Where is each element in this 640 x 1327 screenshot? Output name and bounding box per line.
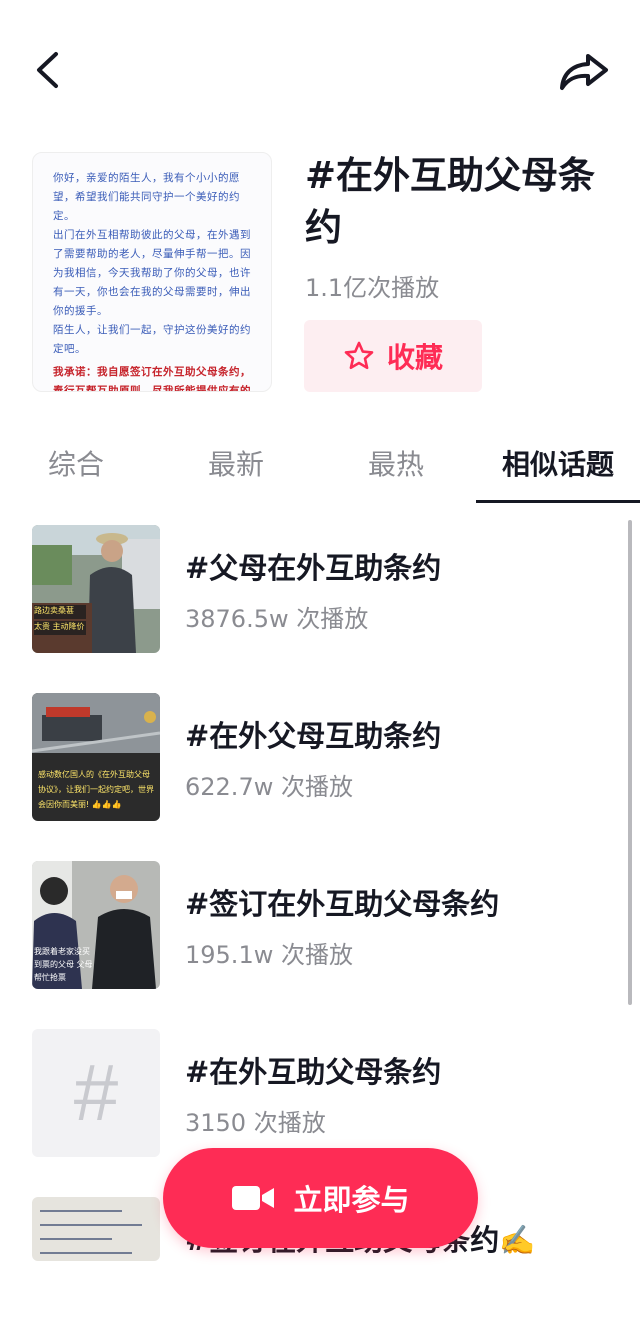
list-item[interactable]: # #在外互助父母条约 3150 次播放 (0, 1029, 640, 1159)
topic-cover-image: 你好，亲爱的陌生人，我有个小小的愿望，希望我们能共同守护一个美好的约定。 出门在… (32, 152, 272, 392)
topic-title: #在外互助父母条约 (305, 154, 596, 249)
cover-paragraph: 陌生人，让我们一起，守护这份美好的约定吧。 (53, 324, 251, 355)
cover-paragraph: 你好，亲爱的陌生人，我有个小小的愿望，希望我们能共同守护一个美好的约定。 (53, 172, 240, 222)
thumbnail-caption: 路边卖桑葚 太贵 主动降价 (34, 606, 85, 631)
topic-play-count: 3876.5w 次播放 (185, 605, 369, 633)
star-outline-icon (344, 341, 374, 370)
topic-thumbnail (32, 1197, 160, 1261)
topic-title: #在外父母互助条约 (185, 719, 442, 753)
tab-bar: 综合 最新 最热 相似话题 (0, 430, 640, 502)
topic-thumbnail: 路边卖桑葚 太贵 主动降价 (32, 525, 160, 653)
tab-latest[interactable]: 最新 (176, 430, 296, 500)
list-item[interactable]: 路边卖桑葚 太贵 主动降价 #父母在外互助条约 3876.5w 次播放 (0, 525, 640, 655)
join-now-label: 立即参与 (293, 1183, 410, 1217)
tab-similar-topics[interactable]: 相似话题 (476, 430, 640, 500)
topic-play-count: 622.7w 次播放 (185, 773, 353, 801)
tab-active-indicator (476, 500, 640, 503)
share-arrow-icon (560, 54, 608, 90)
cover-pledge: 我承诺：我自愿签订在外互助父母条约，奉行互帮互助原则，尽我所能提供应有的帮助和便… (53, 366, 251, 392)
thumbnail-caption: 我跟着老家没买到票的父母 父母帮忙抢票 (34, 947, 93, 982)
topic-play-count: 1.1亿次播放 (305, 274, 440, 302)
topic-play-count: 3150 次播放 (185, 1109, 326, 1137)
cover-paragraph: 出门在外互相帮助彼此的父母，在外遇到了需要帮助的老人，尽量伸手帮一把。因为我相信… (53, 229, 251, 317)
topic-title: #父母在外互助条约 (185, 551, 442, 585)
favorite-label: 收藏 (386, 341, 443, 374)
scrollbar[interactable] (628, 520, 632, 1005)
topic-play-count: 195.1w 次播放 (185, 941, 353, 969)
tab-hottest[interactable]: 最热 (336, 430, 456, 500)
back-button[interactable] (26, 44, 74, 96)
list-item[interactable]: 我跟着老家没买到票的父母 父母帮忙抢票 #签订在外互助父母条约 195.1w 次… (0, 861, 640, 991)
topic-title: #签订在外互助父母条约 (185, 887, 500, 921)
thumbnail-caption: 感动数亿国人的《在外互助父母协议》，让我们一起约定吧，世界会因你而美丽! 👍👍👍 (38, 770, 154, 809)
topic-title: #在外互助父母条约 (185, 1055, 442, 1089)
share-button[interactable] (554, 44, 614, 96)
topic-thumbnail: 我跟着老家没买到票的父母 父母帮忙抢票 (32, 861, 160, 989)
topic-thumbnail: 感动数亿国人的《在外互助父母协议》，让我们一起约定吧，世界会因你而美丽! 👍👍👍 (32, 693, 160, 821)
chevron-left-icon (37, 52, 58, 88)
topic-thumbnail: # (32, 1029, 160, 1157)
favorite-button[interactable]: 收藏 (304, 320, 482, 392)
tab-comprehensive[interactable]: 综合 (16, 430, 136, 500)
list-item[interactable]: 感动数亿国人的《在外互助父母协议》，让我们一起约定吧，世界会因你而美丽! 👍👍👍… (0, 693, 640, 823)
video-camera-icon (232, 1186, 275, 1210)
top-bar (0, 0, 640, 140)
hashtag-icon: # (73, 1048, 119, 1137)
join-now-button[interactable]: 立即参与 (163, 1148, 478, 1248)
